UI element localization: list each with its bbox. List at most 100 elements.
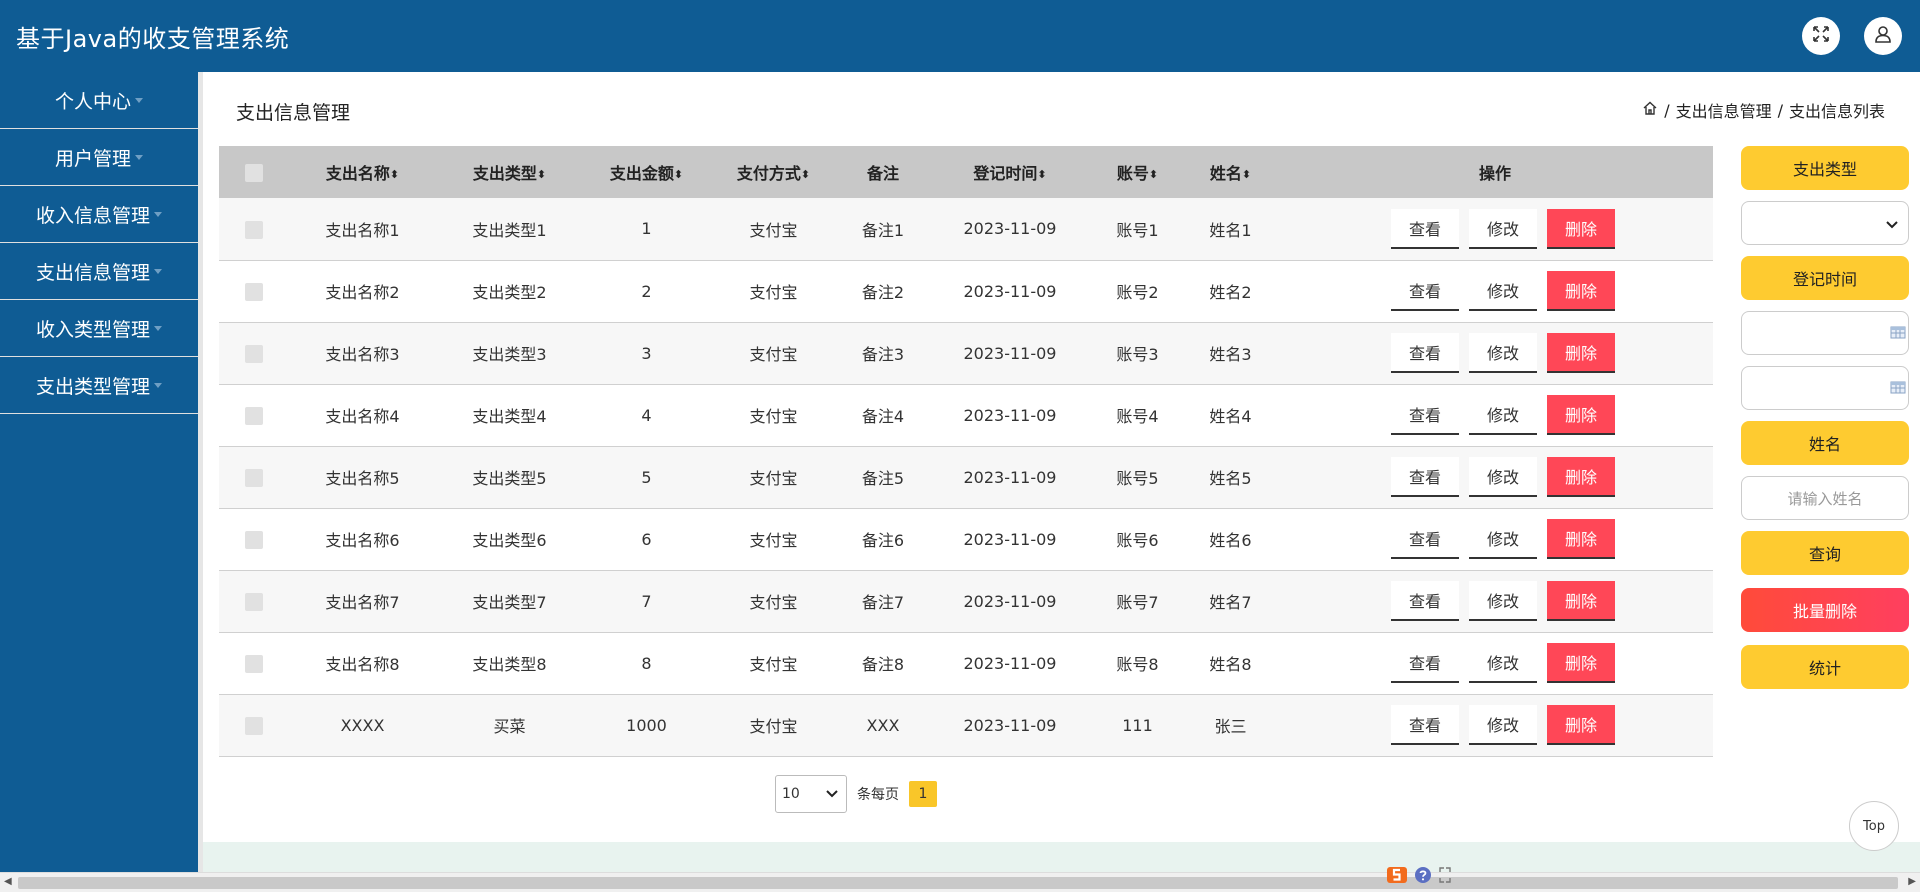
breadcrumb-separator: /	[1777, 100, 1783, 120]
column-header[interactable]: 支出类型⬍	[436, 146, 583, 198]
sidebar-item-label: 收入类型管理	[35, 318, 150, 341]
statistics-button[interactable]: 统计	[1741, 645, 1909, 689]
sort-icon: ⬍	[1037, 168, 1047, 181]
column-header[interactable]: 登记时间⬍	[929, 146, 1091, 198]
row-checkbox[interactable]	[245, 282, 263, 301]
row-checkbox[interactable]	[245, 344, 263, 363]
view-button[interactable]: 查看	[1391, 457, 1459, 497]
delete-button[interactable]: 删除	[1547, 271, 1615, 311]
select-all-checkbox[interactable]	[245, 163, 263, 182]
cell-expense-type: 买菜	[493, 717, 526, 736]
row-checkbox[interactable]	[245, 592, 263, 611]
row-checkbox[interactable]	[245, 468, 263, 487]
start-date-input[interactable]	[1741, 311, 1909, 355]
breadcrumb-item[interactable]: 支出信息管理	[1676, 98, 1772, 122]
scrollbar-thumb[interactable]	[18, 877, 1898, 889]
page-title: 支出信息管理	[236, 102, 351, 124]
edit-button[interactable]: 修改	[1469, 271, 1537, 311]
ime-icon[interactable]	[1386, 866, 1408, 888]
row-checkbox[interactable]	[245, 654, 263, 673]
batch-delete-button[interactable]: 批量删除	[1741, 588, 1909, 632]
sidebar-item-income-management[interactable]: 收入信息管理	[0, 186, 198, 243]
sort-icon: ⬍	[1148, 168, 1159, 181]
delete-button[interactable]: 删除	[1547, 705, 1615, 745]
calendar-icon[interactable]	[1890, 379, 1906, 398]
delete-button[interactable]: 删除	[1547, 581, 1615, 621]
row-checkbox[interactable]	[245, 716, 263, 735]
page-size-select[interactable]: 10	[775, 775, 847, 813]
view-button[interactable]: 查看	[1391, 271, 1459, 311]
search-button[interactable]: 查询	[1741, 531, 1909, 575]
sidebar-item-expense-management[interactable]: 支出信息管理	[0, 243, 198, 300]
sidebar-item-user-management[interactable]: 用户管理	[0, 129, 198, 186]
view-button[interactable]: 查看	[1391, 208, 1459, 249]
edit-button[interactable]: 修改	[1469, 395, 1537, 435]
column-header[interactable]: 支付方式⬍	[710, 146, 837, 198]
scroll-left-icon[interactable]: ◀	[4, 876, 12, 887]
sidebar-item-personal-center[interactable]: 个人中心	[0, 72, 198, 129]
cell-date: 2023-11-09	[963, 281, 1057, 301]
view-button[interactable]: 查看	[1391, 581, 1459, 621]
delete-button[interactable]: 删除	[1547, 457, 1615, 497]
calendar-icon[interactable]	[1890, 324, 1906, 343]
delete-button[interactable]: 删除	[1547, 519, 1615, 559]
row-checkbox[interactable]	[245, 220, 263, 239]
column-header[interactable]: 账号⬍	[1091, 146, 1184, 198]
cell-expense-type: 支出类型4	[472, 407, 547, 426]
edit-button[interactable]: 修改	[1469, 643, 1537, 683]
cell-name: 张三	[1214, 717, 1247, 736]
view-button[interactable]: 查看	[1391, 705, 1459, 745]
help-icon[interactable]	[1414, 866, 1432, 888]
table-row: 支出名称2 支出类型2 2 支付宝 备注2 2023-11-09 账号2 姓名2…	[219, 260, 1713, 322]
caret-down-icon	[135, 154, 143, 160]
view-button[interactable]: 查看	[1391, 643, 1459, 683]
view-button[interactable]: 查看	[1391, 333, 1459, 373]
row-checkbox[interactable]	[245, 530, 263, 549]
table-row: 支出名称7 支出类型7 7 支付宝 备注7 2023-11-09 账号7 姓名7…	[219, 570, 1713, 632]
delete-button[interactable]: 删除	[1547, 208, 1615, 249]
column-header[interactable]: 支出金额⬍	[583, 146, 710, 198]
chevron-down-icon	[1886, 214, 1898, 233]
sidebar-item-expense-type-management[interactable]: 支出类型管理	[0, 357, 198, 414]
cell-date: 2023-11-09	[963, 715, 1057, 735]
edit-button[interactable]: 修改	[1469, 457, 1537, 497]
column-header[interactable]: 支出名称⬍	[289, 146, 436, 198]
cell-payment-method: 支付宝	[749, 531, 798, 550]
sort-icon: ⬍	[800, 168, 811, 181]
table-header-row: 支出名称⬍ 支出类型⬍ 支出金额⬍ 支付方式⬍ 备注 登记时间⬍ 账号⬍ 姓名⬍…	[219, 146, 1713, 198]
edit-button[interactable]: 修改	[1469, 519, 1537, 559]
expense-type-select[interactable]	[1741, 201, 1909, 245]
delete-button[interactable]: 删除	[1547, 333, 1615, 373]
expand-icon[interactable]	[1438, 866, 1452, 888]
edit-button[interactable]: 修改	[1469, 208, 1537, 249]
column-header[interactable]: 姓名⬍	[1184, 146, 1277, 198]
home-icon[interactable]	[1642, 100, 1658, 120]
cell-date: 2023-11-09	[963, 591, 1057, 611]
sidebar-item-income-type-management[interactable]: 收入类型管理	[0, 300, 198, 357]
view-button[interactable]: 查看	[1391, 395, 1459, 435]
horizontal-scrollbar[interactable]: ◀ ▶	[0, 872, 1920, 892]
delete-button[interactable]: 删除	[1547, 643, 1615, 683]
edit-button[interactable]: 修改	[1469, 581, 1537, 621]
scroll-right-icon[interactable]: ▶	[1908, 876, 1916, 887]
edit-button[interactable]: 修改	[1469, 705, 1537, 745]
page-size-value: 10	[782, 786, 800, 802]
cell-name: 姓名4	[1209, 407, 1252, 426]
view-button[interactable]: 查看	[1391, 519, 1459, 559]
cell-expense-name: 支出名称2	[325, 283, 400, 302]
back-to-top-button[interactable]: Top	[1849, 801, 1899, 851]
cell-expense-type: 支出类型5	[472, 469, 547, 488]
table-row: 支出名称1 支出类型1 1 支付宝 备注1 2023-11-09 账号1 姓名1…	[219, 198, 1713, 260]
delete-button[interactable]: 删除	[1547, 395, 1615, 435]
fullscreen-button[interactable]	[1802, 17, 1840, 55]
user-menu-button[interactable]	[1864, 17, 1902, 55]
cell-expense-type: 支出类型1	[472, 220, 547, 240]
end-date-input[interactable]	[1741, 366, 1909, 410]
caret-down-icon	[154, 325, 162, 331]
page-number-button[interactable]: 1	[909, 781, 937, 807]
expense-table: 支出名称⬍ 支出类型⬍ 支出金额⬍ 支付方式⬍ 备注 登记时间⬍ 账号⬍ 姓名⬍…	[219, 146, 1713, 757]
name-input[interactable]: 请输入姓名	[1741, 476, 1909, 520]
edit-button[interactable]: 修改	[1469, 333, 1537, 373]
row-checkbox[interactable]	[245, 406, 263, 425]
cell-date: 2023-11-09	[963, 529, 1057, 549]
